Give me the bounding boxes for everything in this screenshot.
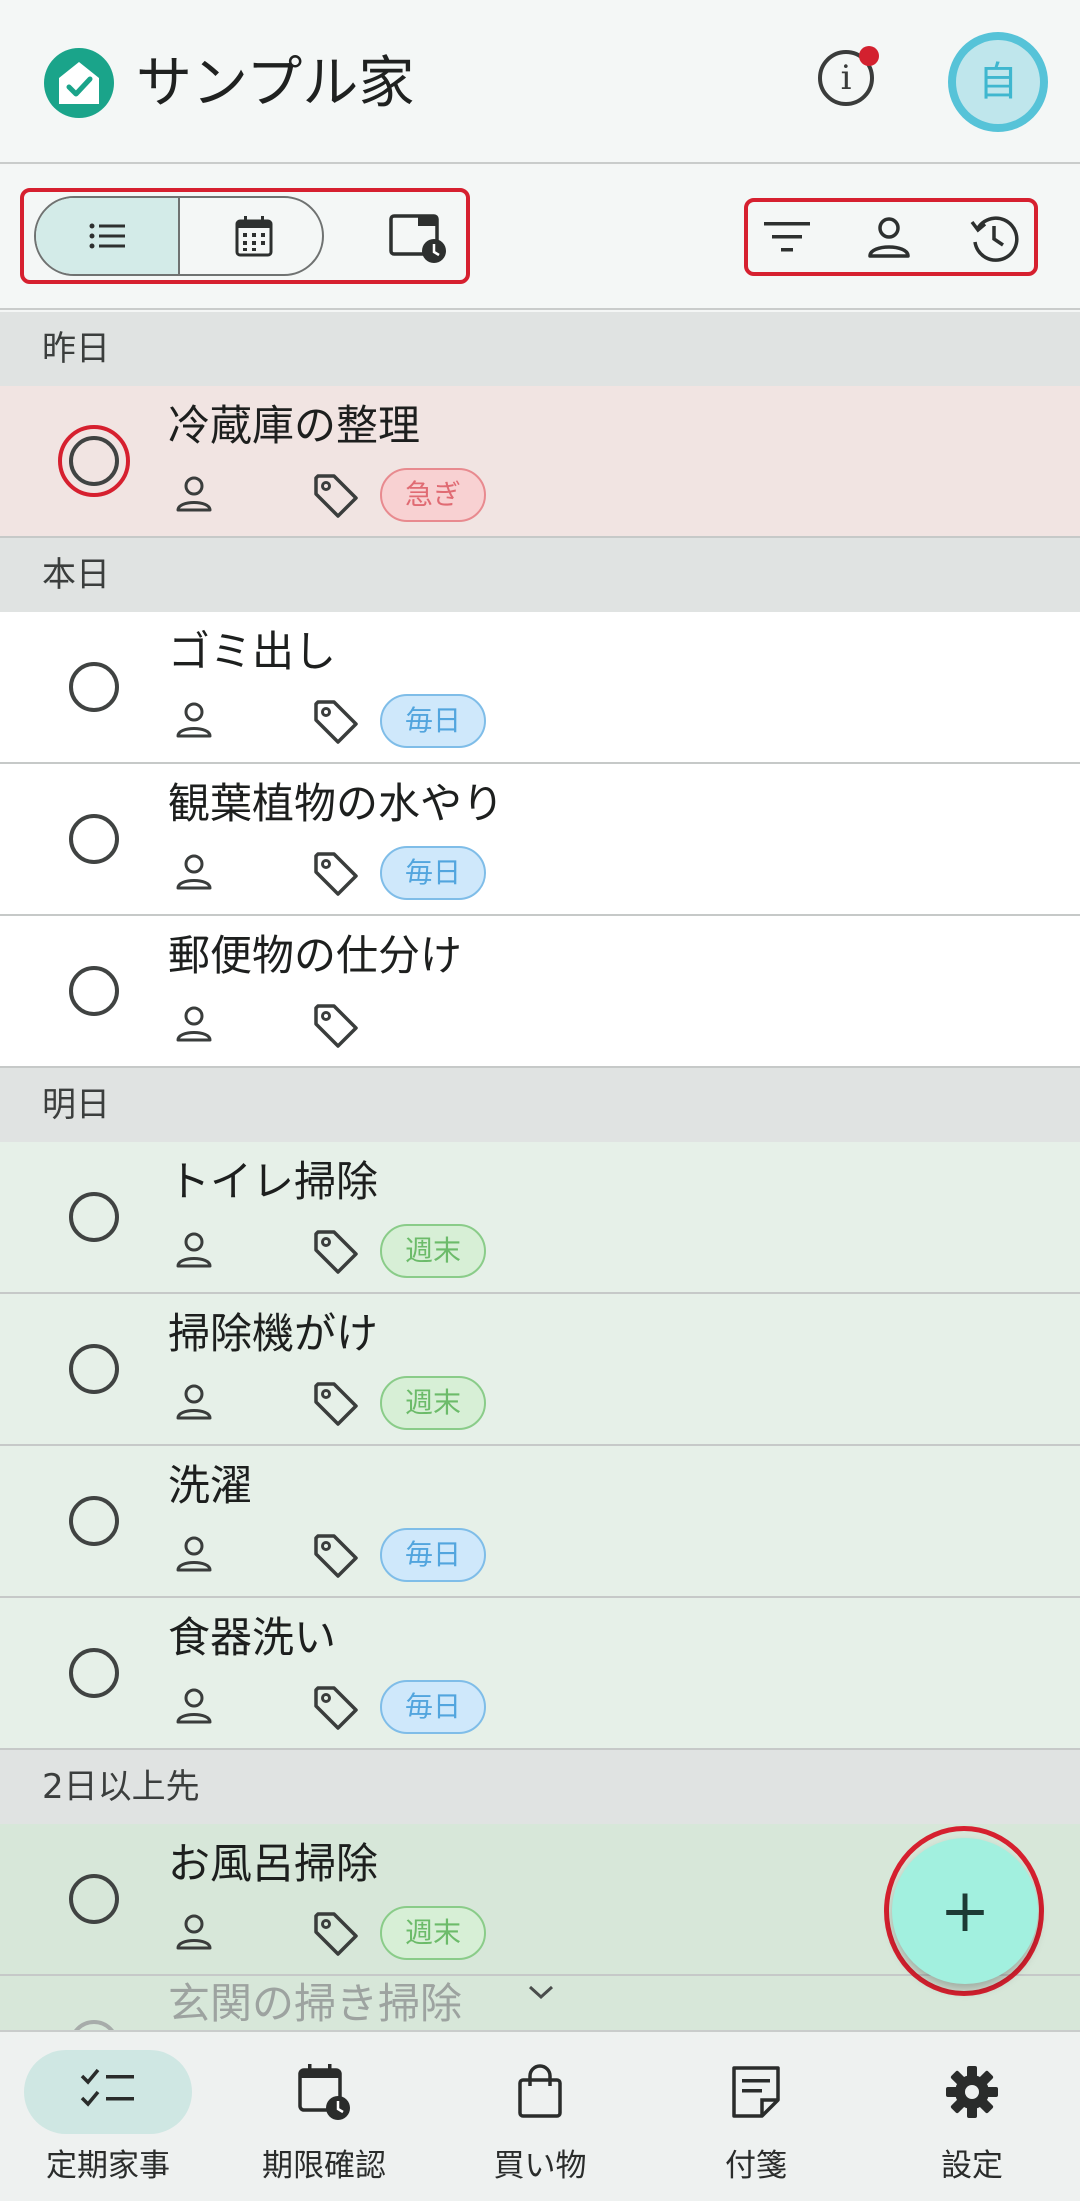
task-title: お風呂掃除 — [168, 1839, 379, 1888]
tag-icon[interactable] — [312, 1380, 360, 1428]
app-title: サンプル家 — [136, 51, 415, 116]
tag-badge: 週末 — [380, 1906, 486, 1960]
task-row[interactable]: 食器洗い 毎日 — [0, 1598, 1080, 1750]
task-row[interactable]: トイレ掃除 週末 — [0, 1142, 1080, 1294]
task-title: 玄関の掃き掃除 — [168, 1979, 463, 2028]
task-checkbox[interactable] — [69, 1192, 119, 1242]
task-checkbox[interactable] — [69, 662, 119, 712]
section-header-yesterday: 昨日 — [0, 312, 1080, 386]
assignee-icon[interactable] — [174, 1912, 214, 1952]
tag-badge: 週末 — [380, 1376, 486, 1430]
calendar-clock-icon — [298, 2064, 350, 2120]
assignee-icon[interactable] — [174, 474, 214, 514]
task-title: 食器洗い — [168, 1613, 337, 1662]
task-list: 昨日 冷蔵庫の整理 急ぎ 本日 ゴミ出し 毎日 観葉植物の水やり 毎日 郵便物の… — [0, 312, 1080, 2032]
tag-badge: 急ぎ — [380, 468, 486, 522]
task-title: 冷蔵庫の整理 — [168, 401, 421, 450]
chevron-down-icon[interactable] — [526, 1982, 556, 2002]
assignee-icon[interactable] — [174, 700, 214, 740]
task-checkbox[interactable] — [69, 1648, 119, 1698]
tag-icon[interactable] — [312, 472, 360, 520]
task-checkbox[interactable] — [69, 814, 119, 864]
nav-item-recurring-chores[interactable]: 定期家事 — [0, 2032, 216, 2201]
nav-label: 買い物 — [493, 2148, 587, 2184]
avatar[interactable]: 自 — [948, 32, 1048, 132]
history-icon[interactable] — [968, 212, 1020, 264]
plus-icon: + — [939, 1876, 991, 1946]
deadline-view-icon[interactable] — [388, 212, 448, 264]
section-header-today: 本日 — [0, 538, 1080, 612]
assignee-icon[interactable] — [174, 1382, 214, 1422]
calendar-view-icon — [235, 216, 273, 257]
task-row[interactable]: 掃除機がけ 週末 — [0, 1294, 1080, 1446]
task-checkbox[interactable] — [69, 966, 119, 1016]
nav-label: 期限確認 — [262, 2148, 386, 2184]
shopping-bag-icon — [518, 2064, 562, 2118]
assignee-icon[interactable] — [174, 1534, 214, 1574]
tag-icon[interactable] — [312, 698, 360, 746]
checklist-icon — [80, 2068, 134, 2107]
tag-badge: 週末 — [380, 1224, 486, 1278]
tag-icon[interactable] — [312, 1910, 360, 1958]
bottom-navigation: 定期家事 期限確認 買い物 付箋 設定 — [0, 2030, 1080, 2201]
tag-icon[interactable] — [312, 1228, 360, 1276]
tag-badge: 毎日 — [380, 694, 486, 748]
task-title: 観葉植物の水やり — [168, 779, 505, 828]
list-view-icon — [89, 223, 125, 249]
tag-badge: 毎日 — [380, 1528, 486, 1582]
nav-label: 定期家事 — [46, 2148, 170, 2184]
task-row[interactable]: ゴミ出し 毎日 — [0, 612, 1080, 764]
nav-item-settings[interactable]: 設定 — [864, 2032, 1080, 2201]
task-title: 洗濯 — [168, 1461, 253, 1510]
settings-gear-icon — [946, 2066, 998, 2118]
calendar-view-button[interactable] — [182, 198, 322, 274]
assignee-icon[interactable] — [174, 1230, 214, 1270]
view-toolbar — [0, 166, 1080, 310]
sticky-note-icon — [732, 2066, 780, 2118]
nav-item-deadlines[interactable]: 期限確認 — [216, 2032, 432, 2201]
section-header-tomorrow: 明日 — [0, 1068, 1080, 1142]
nav-item-sticky-notes[interactable]: 付箋 — [648, 2032, 864, 2201]
list-view-button[interactable] — [36, 198, 180, 274]
tag-icon[interactable] — [312, 1532, 360, 1580]
task-checkbox[interactable] — [69, 1344, 119, 1394]
app-header: サンプル家 i 自 — [0, 0, 1080, 164]
task-row[interactable]: 洗濯 毎日 — [0, 1446, 1080, 1598]
task-row[interactable]: 郵便物の仕分け — [0, 916, 1080, 1068]
task-checkbox[interactable] — [69, 1496, 119, 1546]
assignee-icon[interactable] — [174, 1004, 214, 1044]
task-row[interactable]: 玄関の掃き掃除 — [0, 1976, 1080, 2032]
tag-badge: 毎日 — [380, 846, 486, 900]
tag-icon[interactable] — [312, 1002, 360, 1050]
nav-label: 付箋 — [725, 2148, 787, 2184]
task-row[interactable]: 冷蔵庫の整理 急ぎ — [0, 386, 1080, 538]
section-header-later: 2日以上先 — [0, 1750, 1080, 1824]
avatar-initial: 自 — [956, 40, 1040, 124]
person-icon[interactable] — [866, 214, 912, 260]
task-title: 郵便物の仕分け — [168, 931, 463, 980]
filter-icon[interactable] — [762, 216, 812, 258]
nav-label: 設定 — [941, 2148, 1003, 2184]
view-mode-toggle — [34, 196, 324, 276]
task-checkbox[interactable] — [69, 1874, 119, 1924]
assignee-icon[interactable] — [174, 1686, 214, 1726]
tag-icon[interactable] — [312, 850, 360, 898]
nav-item-shopping[interactable]: 買い物 — [432, 2032, 648, 2201]
task-row[interactable]: 観葉植物の水やり 毎日 — [0, 764, 1080, 916]
assignee-icon[interactable] — [174, 852, 214, 892]
tag-badge: 毎日 — [380, 1680, 486, 1734]
add-task-button[interactable]: + — [892, 1838, 1038, 1984]
task-title: トイレ掃除 — [168, 1157, 379, 1206]
task-title: ゴミ出し — [168, 627, 337, 676]
task-checkbox[interactable] — [69, 436, 119, 486]
task-title: 掃除機がけ — [168, 1309, 379, 1358]
tag-icon[interactable] — [312, 1684, 360, 1732]
notification-dot — [859, 46, 879, 66]
app-logo-icon — [44, 48, 114, 118]
